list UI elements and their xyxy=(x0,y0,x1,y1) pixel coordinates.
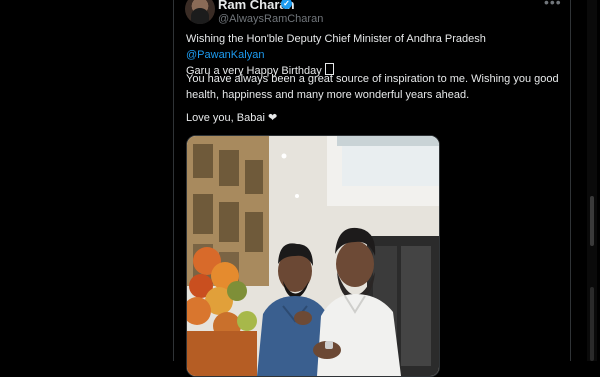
author-handle[interactable]: @AlwaysRamCharan xyxy=(218,13,323,25)
tweet-column: Ram Charan ✓ @AlwaysRamCharan ••• Wishin… xyxy=(173,0,571,377)
tweet-text-paragraph-2: You have always been a great source of i… xyxy=(186,73,559,101)
mention-link[interactable]: @PawanKalyan xyxy=(186,49,264,61)
tweet-text-line1: Wishing the Hon'ble Deputy Chief Ministe… xyxy=(186,33,486,45)
scrollbar-thumb-secondary[interactable] xyxy=(590,287,594,361)
tweet-text-paragraph-3: Love you, Babai ❤ xyxy=(186,112,278,124)
avatar[interactable] xyxy=(185,0,215,24)
scrollbar-thumb[interactable] xyxy=(590,196,594,246)
tweet-photo[interactable] xyxy=(186,135,440,377)
more-icon[interactable]: ••• xyxy=(544,0,562,10)
